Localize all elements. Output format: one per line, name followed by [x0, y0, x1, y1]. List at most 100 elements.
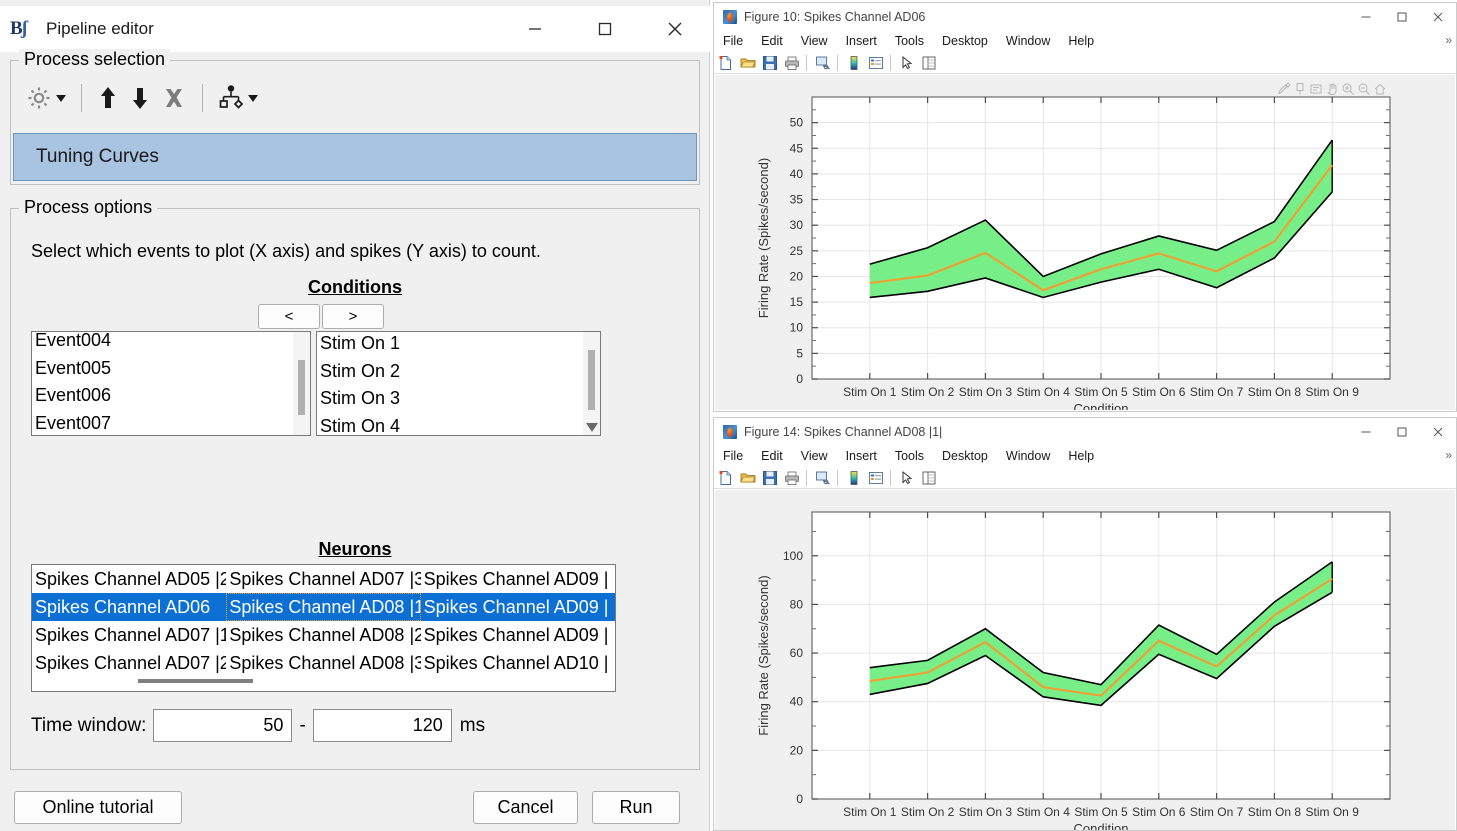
available-events-listbox[interactable]: Event004 Event005 Event006 Event007 Even…: [31, 331, 311, 436]
pan-icon[interactable]: [1324, 81, 1339, 96]
scrollbar-thumb[interactable]: [298, 360, 305, 415]
neuron-cell[interactable]: Spikes Channel AD09 |: [421, 621, 615, 649]
minimize-button[interactable]: [1348, 418, 1384, 445]
table-row[interactable]: Spikes Channel AD07 |2| Spikes Channel A…: [32, 649, 615, 677]
close-button[interactable]: [1420, 3, 1456, 30]
list-item[interactable]: Event004: [32, 331, 295, 354]
vertical-scrollbar[interactable]: [293, 332, 310, 435]
list-item[interactable]: Event007: [32, 409, 295, 437]
vertical-scrollbar[interactable]: [583, 332, 600, 435]
neuron-cell[interactable]: Spikes Channel AD05 |2|: [32, 565, 226, 593]
minimize-button[interactable]: [1348, 3, 1384, 30]
zoom-in-icon[interactable]: [1340, 81, 1355, 96]
table-row[interactable]: Spikes Channel AD07 |1| Spikes Channel A…: [32, 621, 615, 649]
menu-insert[interactable]: Insert: [837, 30, 886, 52]
menu-desktop[interactable]: Desktop: [933, 445, 997, 467]
delete-icon[interactable]: [156, 79, 192, 117]
neuron-cell[interactable]: Spikes Channel AD06: [32, 593, 226, 621]
menu-view[interactable]: View: [792, 445, 837, 467]
run-button[interactable]: Run: [592, 791, 680, 824]
print-icon[interactable]: [782, 468, 802, 488]
move-down-icon[interactable]: [124, 79, 156, 117]
move-up-icon[interactable]: [92, 79, 124, 117]
menu-help[interactable]: Help: [1059, 30, 1103, 52]
print-icon[interactable]: [782, 53, 802, 73]
edit-plot-pointer-icon[interactable]: [897, 53, 917, 73]
settings-chevron-down-icon[interactable]: [56, 95, 66, 102]
list-item[interactable]: Event006: [32, 381, 295, 409]
menu-view[interactable]: View: [792, 30, 837, 52]
brush-data-icon[interactable]: [1276, 81, 1291, 96]
close-button[interactable]: [640, 6, 710, 52]
menu-insert[interactable]: Insert: [837, 445, 886, 467]
neuron-cell[interactable]: Spikes Channel AD08 |3|: [226, 649, 420, 677]
selected-process-item[interactable]: Tuning Curves: [13, 133, 697, 181]
menu-file[interactable]: File: [714, 445, 752, 467]
move-left-button[interactable]: <: [258, 304, 320, 329]
menu-tools[interactable]: Tools: [886, 445, 933, 467]
colorbar-icon[interactable]: [844, 53, 864, 73]
menu-file[interactable]: File: [714, 30, 752, 52]
save-figure-icon[interactable]: [760, 468, 780, 488]
menu-edit[interactable]: Edit: [752, 30, 792, 52]
selected-conditions-listbox[interactable]: Stim On 1 Stim On 2 Stim On 3 Stim On 4 …: [316, 331, 601, 436]
neuron-cell[interactable]: Spikes Channel AD07 |3|: [226, 565, 420, 593]
scrollbar-thumb[interactable]: [138, 679, 253, 683]
maximize-button[interactable]: [1384, 418, 1420, 445]
minimize-button[interactable]: [500, 6, 570, 52]
table-row[interactable]: Spikes Channel AD05 |2| Spikes Channel A…: [32, 565, 615, 593]
restore-view-icon[interactable]: [1372, 81, 1387, 96]
pipeline-structure-icon[interactable]: [213, 79, 263, 117]
link-plot-icon[interactable]: [813, 53, 833, 73]
save-figure-icon[interactable]: [760, 53, 780, 73]
link-plot-icon[interactable]: [813, 468, 833, 488]
table-row[interactable]: Spikes Channel AD06 Spikes Channel AD08 …: [32, 593, 615, 621]
menu-help[interactable]: Help: [1059, 445, 1103, 467]
neuron-cell[interactable]: Spikes Channel AD10 |: [421, 649, 615, 677]
open-file-icon[interactable]: [738, 53, 758, 73]
list-item[interactable]: Event005: [32, 354, 295, 382]
menu-overflow-icon[interactable]: »: [1445, 33, 1452, 47]
neuron-cell-focused[interactable]: Spikes Channel AD08 |1|: [226, 593, 420, 621]
open-file-icon[interactable]: [738, 468, 758, 488]
property-inspector-icon[interactable]: [919, 468, 939, 488]
legend-icon[interactable]: [866, 53, 886, 73]
menu-desktop[interactable]: Desktop: [933, 30, 997, 52]
neuron-cell[interactable]: Spikes Channel AD07 |1|: [32, 621, 226, 649]
neuron-cell[interactable]: Spikes Channel AD07 |2|: [32, 649, 226, 677]
cancel-button[interactable]: Cancel: [473, 791, 578, 824]
new-figure-icon[interactable]: [716, 468, 736, 488]
pipeline-chevron-down-icon[interactable]: [248, 95, 258, 102]
scroll-down-arrow-icon[interactable]: [586, 423, 598, 432]
list-item[interactable]: Stim On 4: [317, 412, 583, 437]
menu-tools[interactable]: Tools: [886, 30, 933, 52]
list-item[interactable]: Stim On 2: [317, 357, 583, 385]
menu-edit[interactable]: Edit: [752, 445, 792, 467]
time-window-start-input[interactable]: 50: [153, 709, 292, 742]
list-item[interactable]: Stim On 1: [317, 331, 583, 357]
data-tip-icon[interactable]: [1292, 81, 1307, 96]
edit-plot-pointer-icon[interactable]: [897, 468, 917, 488]
neuron-cell[interactable]: Spikes Channel AD08 |2|: [226, 621, 420, 649]
list-item[interactable]: Stim On 3: [317, 384, 583, 412]
colorbar-icon[interactable]: [844, 468, 864, 488]
menu-window[interactable]: Window: [997, 445, 1059, 467]
maximize-button[interactable]: [1384, 3, 1420, 30]
close-button[interactable]: [1420, 418, 1456, 445]
new-figure-icon[interactable]: [716, 53, 736, 73]
export-icon[interactable]: [1308, 81, 1323, 96]
scrollbar-thumb[interactable]: [588, 350, 595, 410]
settings-gear-icon[interactable]: [21, 79, 71, 117]
horizontal-scrollbar[interactable]: [33, 677, 616, 689]
menu-overflow-icon[interactable]: »: [1445, 448, 1452, 462]
legend-icon[interactable]: [866, 468, 886, 488]
time-window-end-input[interactable]: 120: [313, 709, 452, 742]
property-inspector-icon[interactable]: [919, 53, 939, 73]
menu-window[interactable]: Window: [997, 30, 1059, 52]
neuron-cell[interactable]: Spikes Channel AD09 |: [421, 565, 615, 593]
online-tutorial-button[interactable]: Online tutorial: [14, 791, 182, 824]
neuron-cell[interactable]: Spikes Channel AD09 |: [421, 593, 615, 621]
maximize-button[interactable]: [570, 6, 640, 52]
move-right-button[interactable]: >: [322, 304, 384, 329]
zoom-out-icon[interactable]: [1356, 81, 1371, 96]
